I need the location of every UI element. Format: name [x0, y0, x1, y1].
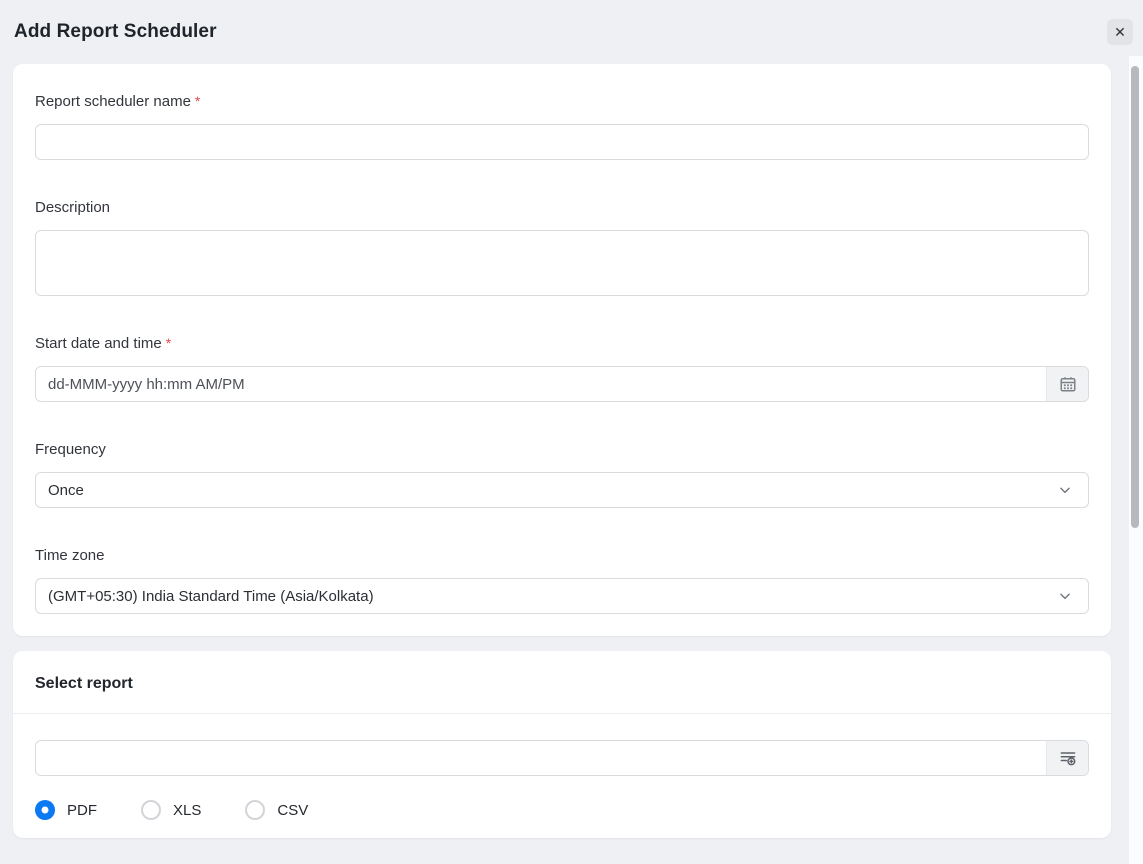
select-report-body: PDF XLS CSV — [13, 714, 1111, 838]
scheduler-form-card: Report scheduler name * Description Star… — [13, 64, 1111, 636]
radio-pdf[interactable]: PDF — [35, 800, 97, 820]
select-report-card: Select report PDF XLS CSV — [13, 651, 1111, 838]
scheduler-name-input[interactable] — [35, 124, 1089, 160]
field-frequency: Frequency Once — [35, 440, 1089, 508]
page-title: Add Report Scheduler — [14, 21, 217, 42]
dialog-header: Add Report Scheduler — [0, 0, 1143, 64]
chevron-down-icon — [1058, 483, 1072, 497]
timezone-label: Time zone — [35, 547, 105, 564]
report-search-input-group — [35, 740, 1089, 776]
scheduler-name-label: Report scheduler name * — [35, 93, 201, 110]
description-label: Description — [35, 199, 111, 216]
close-icon: ✕ — [1114, 24, 1126, 40]
radio-xls[interactable]: XLS — [141, 800, 201, 820]
frequency-selected-value: Once — [48, 481, 84, 499]
list-picker-icon — [1058, 748, 1078, 768]
scrollbar-thumb[interactable] — [1131, 66, 1139, 528]
radio-pdf-label: PDF — [67, 801, 97, 819]
timezone-select[interactable]: (GMT+05:30) India Standard Time (Asia/Ko… — [35, 578, 1089, 614]
radio-xls-control[interactable] — [141, 800, 161, 820]
scrollbar[interactable] — [1129, 56, 1143, 864]
report-search-input[interactable] — [36, 741, 1046, 775]
required-asterisk: * — [194, 93, 201, 109]
radio-pdf-control[interactable] — [35, 800, 55, 820]
radio-csv[interactable]: CSV — [245, 800, 308, 820]
start-datetime-input-group — [35, 366, 1089, 402]
report-picker-button[interactable] — [1046, 741, 1088, 775]
required-asterisk: * — [165, 335, 172, 351]
radio-csv-control[interactable] — [245, 800, 266, 820]
add-report-scheduler-dialog: { "header": { "title": "Add Report Sched… — [0, 0, 1143, 864]
close-button[interactable]: ✕ — [1107, 19, 1133, 45]
field-scheduler-name: Report scheduler name * — [35, 92, 1089, 160]
calendar-picker-button[interactable] — [1046, 367, 1088, 401]
frequency-label: Frequency — [35, 441, 106, 458]
timezone-selected-value: (GMT+05:30) India Standard Time (Asia/Ko… — [48, 587, 374, 605]
start-datetime-label: Start date and time * — [35, 335, 172, 352]
calendar-icon — [1059, 375, 1077, 393]
select-report-title: Select report — [35, 675, 133, 692]
field-start-datetime: Start date and time * — [35, 334, 1089, 402]
export-format-radio-group: PDF XLS CSV — [35, 800, 1089, 820]
chevron-down-icon — [1058, 589, 1072, 603]
description-textarea[interactable] — [35, 230, 1089, 296]
start-datetime-input[interactable] — [36, 367, 1046, 401]
field-description: Description — [35, 198, 1089, 296]
radio-xls-label: XLS — [173, 801, 202, 819]
field-timezone: Time zone (GMT+05:30) India Standard Tim… — [35, 546, 1089, 614]
radio-csv-label: CSV — [277, 801, 309, 819]
frequency-select[interactable]: Once — [35, 472, 1089, 508]
